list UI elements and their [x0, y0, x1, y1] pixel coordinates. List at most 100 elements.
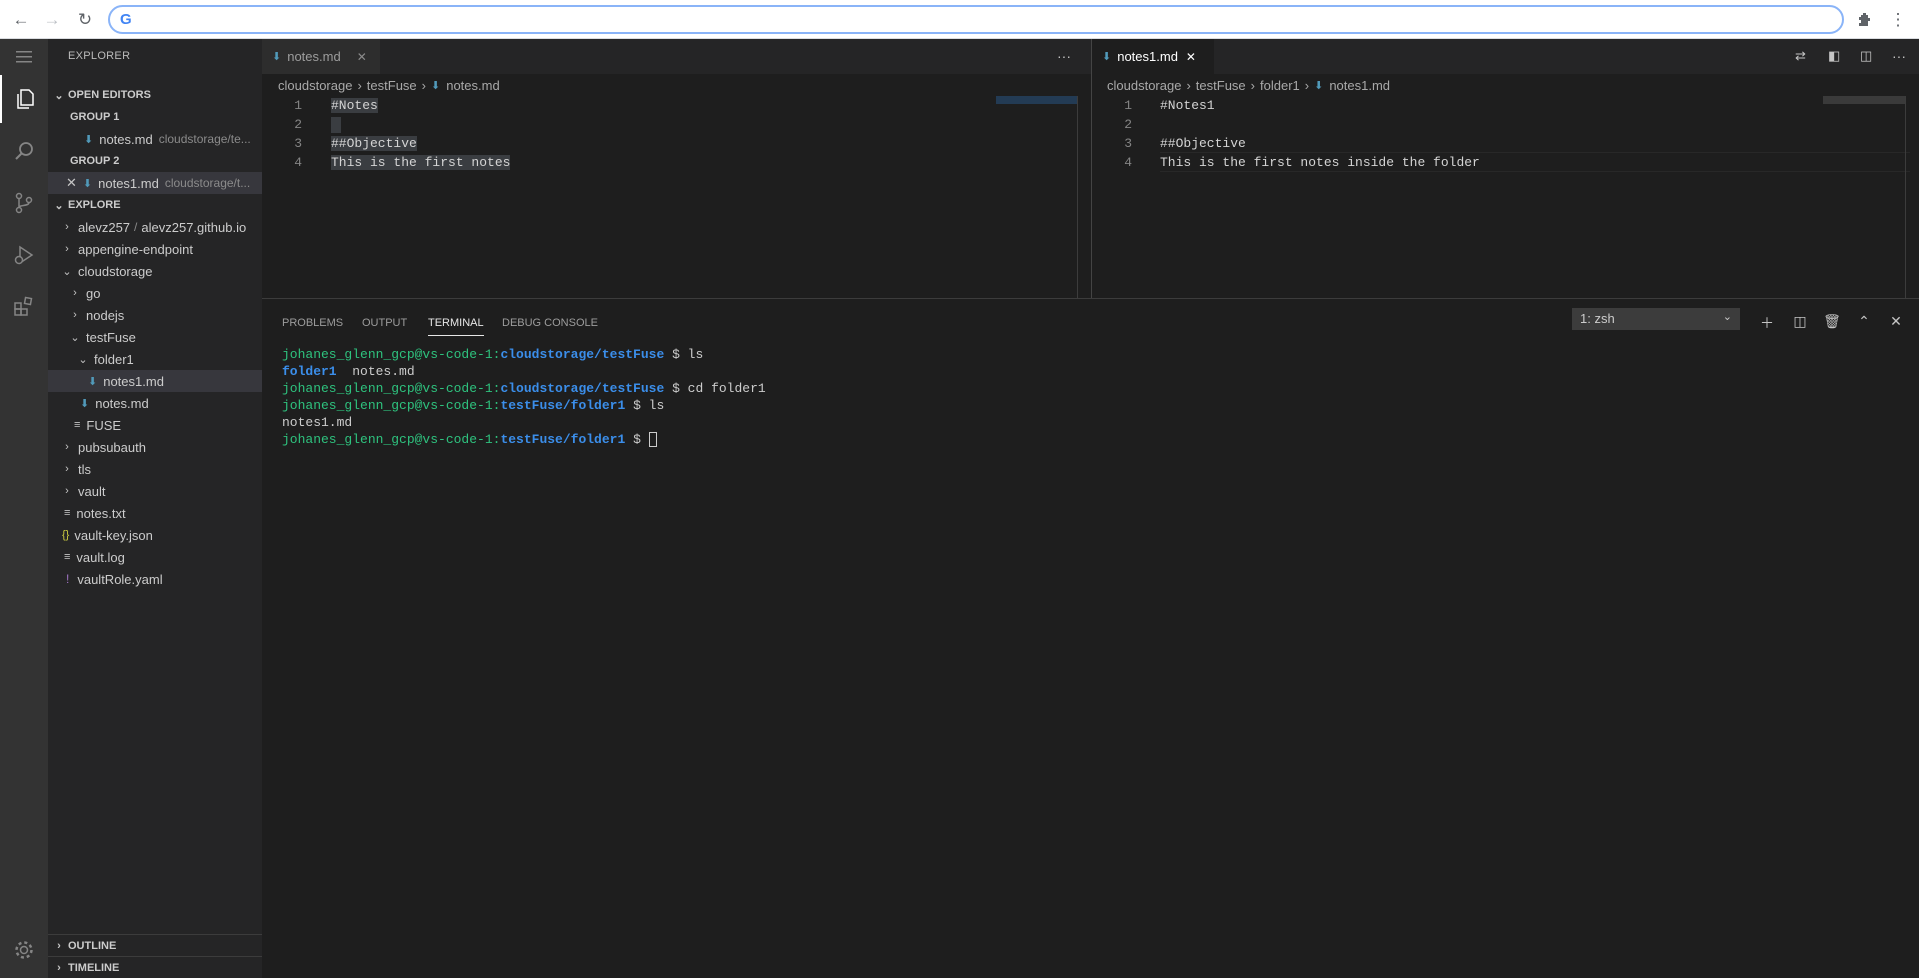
- tree-item-folder1[interactable]: ⌄ folder1: [48, 348, 262, 370]
- source-control-icon[interactable]: [0, 179, 48, 227]
- manage-gear-icon[interactable]: [0, 926, 48, 974]
- markdown-icon: ⬇: [272, 51, 282, 63]
- chevron-right-icon: ›: [65, 463, 69, 475]
- yaml-icon: !: [66, 572, 70, 586]
- breadcrumb-right: cloudstorage › testFuse › folder1 › ⬇ no…: [1107, 74, 1390, 96]
- run-debug-icon[interactable]: [0, 231, 48, 279]
- scrollbar[interactable]: [1077, 96, 1091, 298]
- breadcrumb-item[interactable]: notes1.md: [1329, 78, 1390, 93]
- tree-item-notes-md[interactable]: ⬇ notes.md: [48, 392, 262, 414]
- chevron-down-icon: ⌄: [1722, 311, 1732, 323]
- breadcrumb-item[interactable]: notes.md: [446, 78, 499, 93]
- tree-item-appengine-endpoint[interactable]: › appengine-endpoint: [48, 238, 262, 260]
- tree-item-notes-txt[interactable]: ≡ notes.txt: [48, 502, 262, 524]
- tree-item-fuse[interactable]: ≡ FUSE: [48, 414, 262, 436]
- tree-item-pubsubauth[interactable]: › pubsubauth: [48, 436, 262, 458]
- trash-icon[interactable]: 🗑: [1822, 313, 1842, 330]
- minimap[interactable]: [996, 96, 1078, 104]
- right-editor[interactable]: 1 2 3 4 #Notes1 ##Objective This is the …: [1092, 96, 1919, 298]
- tab-problems[interactable]: PROBLEMS: [282, 317, 343, 329]
- terminal-line: johanes_glenn_gcp@vs-code-1:testFuse/fol…: [282, 398, 665, 413]
- tree-item-vault[interactable]: › vault: [48, 480, 262, 502]
- close-icon[interactable]: ✕: [1186, 50, 1196, 64]
- breadcrumb-item[interactable]: testFuse: [1196, 78, 1246, 93]
- open-changes-icon[interactable]: ⇄: [1795, 48, 1806, 64]
- close-panel-icon[interactable]: ✕: [1886, 313, 1906, 330]
- open-editor-notes-md[interactable]: ⬇ notes.md cloudstorage/te...: [48, 128, 262, 150]
- back-arrow-icon[interactable]: ←: [9, 8, 33, 32]
- line-number: 1: [1124, 98, 1132, 113]
- tree-item-testfuse[interactable]: ⌄ testFuse: [48, 326, 262, 348]
- menu-icon[interactable]: [0, 39, 48, 75]
- tab-notes1-md[interactable]: ⬇ notes1.md ✕: [1092, 39, 1214, 74]
- tree-item-repo[interactable]: › alevz257 / alevz257.github.io: [48, 216, 262, 238]
- chevron-right-icon: ›: [1304, 77, 1310, 93]
- open-editor-notes1-md[interactable]: ✕ ⬇ notes1.md cloudstorage/t...: [48, 172, 262, 194]
- chevron-right-icon: ›: [73, 287, 77, 299]
- more-actions-icon[interactable]: ···: [1057, 48, 1071, 64]
- tree-item-tls[interactable]: › tls: [48, 458, 262, 480]
- search-icon[interactable]: [0, 127, 48, 175]
- scrollbar[interactable]: [1905, 96, 1919, 298]
- tab-debug-console[interactable]: DEBUG CONSOLE: [502, 317, 598, 329]
- tree-item-notes1-md[interactable]: ⬇ notes1.md: [48, 370, 262, 392]
- forward-arrow-icon[interactable]: →: [40, 8, 64, 32]
- more-actions-icon[interactable]: ···: [1892, 48, 1906, 64]
- explorer-icon[interactable]: [0, 75, 48, 123]
- markdown-icon: ⬇: [1314, 79, 1324, 92]
- line-number: 4: [294, 155, 302, 170]
- tree-item-vaultrole-yaml[interactable]: ! vaultRole.yaml: [48, 568, 262, 590]
- activity-bar: [0, 39, 48, 978]
- open-preview-icon[interactable]: ◧: [1828, 48, 1840, 64]
- browser-toolbar: ← → ↻ G ⋮: [0, 0, 1919, 39]
- terminal-line[interactable]: johanes_glenn_gcp@vs-code-1:testFuse/fol…: [282, 432, 657, 448]
- extensions-icon[interactable]: [1853, 8, 1877, 32]
- line-number: 3: [1124, 136, 1132, 151]
- chevron-down-icon: ⌄: [54, 89, 64, 102]
- terminal-select[interactable]: 1: zsh ⌄: [1572, 308, 1740, 330]
- extensions-view-icon[interactable]: [0, 283, 48, 331]
- chevron-right-icon: ›: [421, 77, 426, 93]
- browser-menu-icon[interactable]: ⋮: [1886, 8, 1910, 32]
- tree-item-nodejs[interactable]: › nodejs: [48, 304, 262, 326]
- reload-icon[interactable]: ↻: [73, 8, 97, 32]
- split-terminal-icon[interactable]: ◫: [1790, 313, 1810, 330]
- explore-header[interactable]: ⌄ EXPLORE: [48, 194, 262, 216]
- chevron-up-icon[interactable]: ⌃: [1854, 313, 1874, 330]
- breadcrumb-item[interactable]: folder1: [1260, 78, 1300, 93]
- tab-output[interactable]: OUTPUT: [362, 317, 407, 329]
- markdown-icon: ⬇: [431, 79, 441, 92]
- text-file-icon: ≡: [64, 551, 71, 563]
- chevron-down-icon: ⌄: [78, 353, 88, 366]
- line-number: 2: [294, 117, 302, 132]
- left-editor[interactable]: 1 2 3 4 #Notes ##Objective This is the f…: [262, 96, 1091, 298]
- close-icon[interactable]: ✕: [66, 175, 77, 191]
- breadcrumb-left: cloudstorage › testFuse › ⬇ notes.md: [278, 74, 500, 96]
- add-terminal-icon[interactable]: ＋: [1757, 313, 1777, 333]
- chevron-right-icon: ›: [65, 243, 69, 255]
- close-icon[interactable]: ✕: [357, 50, 367, 64]
- sidebar-title: EXPLORER: [68, 50, 131, 62]
- line-number: 1: [294, 98, 302, 113]
- open-editors-header[interactable]: ⌄ OPEN EDITORS: [48, 84, 262, 106]
- outline-header[interactable]: › OUTLINE: [48, 934, 262, 956]
- markdown-icon: ⬇: [80, 397, 90, 410]
- breadcrumb-item[interactable]: cloudstorage: [1107, 78, 1181, 93]
- breadcrumb-item[interactable]: testFuse: [367, 78, 417, 93]
- tree-item-vault-key-json[interactable]: {} vault-key.json: [48, 524, 262, 546]
- tree-item-vault-log[interactable]: ≡ vault.log: [48, 546, 262, 568]
- tab-notes-md[interactable]: ⬇ notes.md ✕: [262, 39, 380, 74]
- address-bar[interactable]: G: [108, 5, 1844, 34]
- chevron-right-icon: ›: [1250, 77, 1255, 93]
- left-editor-tabbar: ⬇ notes.md ✕ ···: [262, 39, 1091, 74]
- json-icon: {}: [62, 529, 70, 541]
- split-editor-icon[interactable]: ◫: [1860, 48, 1872, 64]
- minimap[interactable]: [1823, 96, 1905, 104]
- group-1-header[interactable]: GROUP 1: [48, 106, 262, 128]
- tree-item-cloudstorage[interactable]: ⌄ cloudstorage: [48, 260, 262, 282]
- group-2-header[interactable]: GROUP 2: [48, 150, 262, 172]
- timeline-header[interactable]: › TIMELINE: [48, 956, 262, 978]
- tab-terminal[interactable]: TERMINAL: [428, 317, 484, 336]
- breadcrumb-item[interactable]: cloudstorage: [278, 78, 352, 93]
- tree-item-go[interactable]: › go: [48, 282, 262, 304]
